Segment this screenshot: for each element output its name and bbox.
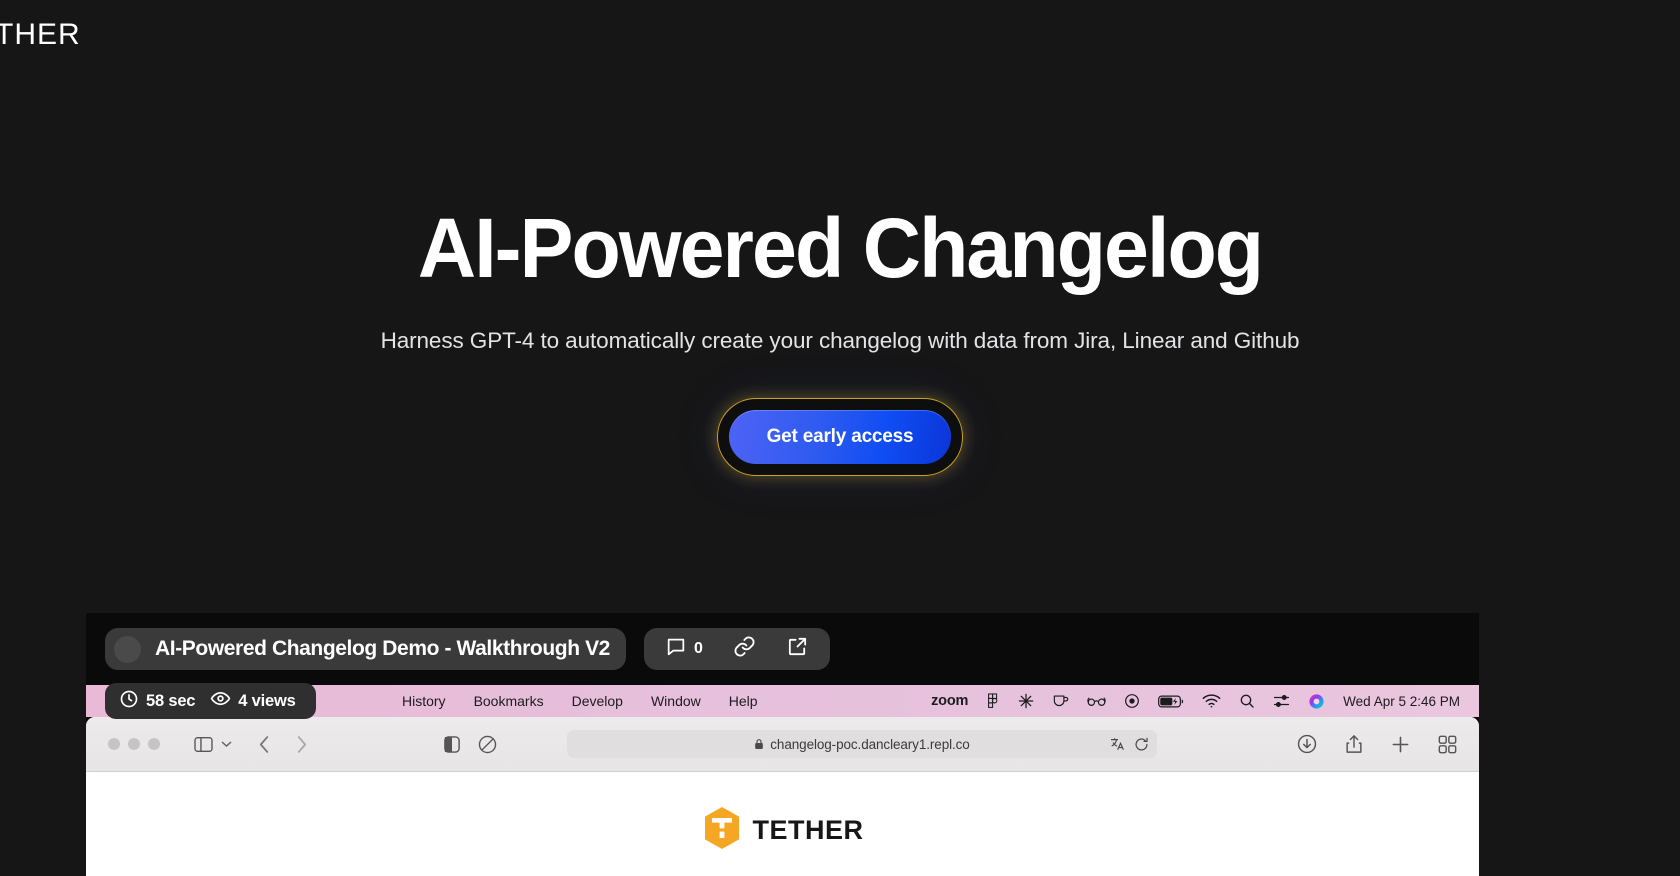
status-zoom-label[interactable]: zoom [922, 693, 977, 709]
reload-icon[interactable] [1134, 737, 1149, 752]
copy-link-button[interactable] [722, 635, 767, 663]
demo-title-pill[interactable]: AI-Powered Changelog Demo - Walkthrough … [105, 628, 626, 670]
siri-icon[interactable] [1299, 693, 1334, 710]
comment-count: 0 [693, 640, 703, 657]
zoom-button[interactable] [148, 738, 160, 750]
privacy-report-icon[interactable] [478, 735, 497, 754]
landing-page: ETHER AI-Powered Changelog Harness GPT-4… [0, 0, 1680, 876]
url-text: changelog-poc.dancleary1.repl.co [770, 736, 970, 752]
record-circle-icon[interactable] [1115, 693, 1149, 709]
wifi-icon[interactable] [1193, 694, 1230, 708]
comment-icon [665, 636, 687, 663]
translate-icon[interactable] [1110, 737, 1126, 751]
glasses-icon[interactable] [1078, 695, 1115, 708]
menubar-status-items: zoom Wed Apr 5 2:46 PM [922, 693, 1479, 710]
duration-text: 58 sec [146, 691, 196, 710]
demo-video-panel[interactable]: AI-Powered Changelog Demo - Walkthrough … [86, 613, 1479, 876]
hero-subtitle: Harness GPT-4 to automatically create yo… [380, 327, 1300, 353]
external-link-icon [786, 635, 809, 663]
menu-item-develop[interactable]: Develop [558, 693, 637, 709]
url-bar[interactable]: changelog-poc.dancleary1.repl.co [567, 730, 1157, 758]
tab-overview-icon[interactable] [1438, 735, 1457, 754]
safari-page-content: TETHER [86, 772, 1479, 876]
eye-icon [210, 688, 231, 714]
back-arrow-icon[interactable] [258, 735, 271, 754]
menu-item-history[interactable]: History [388, 693, 460, 709]
url-bar-actions [1110, 737, 1149, 752]
close-button[interactable] [108, 738, 120, 750]
reader-view-icon[interactable] [444, 735, 460, 754]
video-stats: 58 sec 4 views [105, 683, 316, 719]
minimize-button[interactable] [128, 738, 140, 750]
forward-arrow-icon[interactable] [295, 735, 308, 754]
hero-section: AI-Powered Changelog Harness GPT-4 to au… [0, 0, 1680, 476]
snowflake-icon[interactable] [1009, 693, 1043, 709]
menubar-menus: History Bookmarks Develop Window Help [388, 693, 772, 709]
duration-stat: 58 sec [119, 689, 201, 714]
site-logo-text: TETHER [752, 815, 864, 845]
get-early-access-button[interactable]: Get early access [728, 409, 952, 464]
link-icon [733, 635, 756, 663]
menu-item-help[interactable]: Help [715, 693, 772, 709]
clock-icon [119, 689, 139, 714]
figma-icon[interactable] [977, 693, 1009, 709]
new-tab-icon[interactable] [1391, 735, 1410, 754]
coffee-cup-icon[interactable] [1043, 694, 1078, 709]
demo-actions: 0 [643, 628, 830, 670]
share-icon[interactable] [1345, 734, 1363, 754]
open-external-button[interactable] [775, 635, 820, 663]
control-center-icon[interactable] [1264, 693, 1299, 709]
comment-button[interactable]: 0 [654, 636, 714, 663]
menu-item-bookmarks[interactable]: Bookmarks [460, 693, 558, 709]
traffic-lights[interactable] [108, 738, 160, 750]
page-title: AI-Powered Changelog [417, 201, 1264, 295]
lock-icon [754, 738, 764, 750]
demo-title: AI-Powered Changelog Demo - Walkthrough … [155, 637, 610, 660]
avatar-circle-icon [114, 635, 141, 663]
menubar-clock[interactable]: Wed Apr 5 2:46 PM [1334, 694, 1469, 709]
battery-charging-icon[interactable] [1149, 695, 1193, 708]
demo-titlebar: AI-Powered Changelog Demo - Walkthrough … [86, 613, 1479, 685]
search-icon[interactable] [1230, 693, 1264, 709]
safari-toolbar: changelog-poc.dancleary1.repl.co [86, 717, 1479, 772]
tether-hexagon-logo [702, 806, 742, 855]
cta-glow-ring: Get early access [716, 397, 964, 476]
cta-container: Get early access [716, 397, 964, 476]
safari-window: changelog-poc.dancleary1.repl.co TETHER [86, 717, 1479, 876]
site-logo: TETHER [702, 806, 864, 855]
views-stat: 4 views [210, 688, 301, 714]
downloads-icon[interactable] [1297, 734, 1317, 754]
menu-item-window[interactable]: Window [637, 693, 715, 709]
sidebar-toggle-icon[interactable] [194, 736, 213, 753]
chevron-down-icon[interactable] [221, 740, 232, 748]
views-text: 4 views [238, 691, 296, 710]
